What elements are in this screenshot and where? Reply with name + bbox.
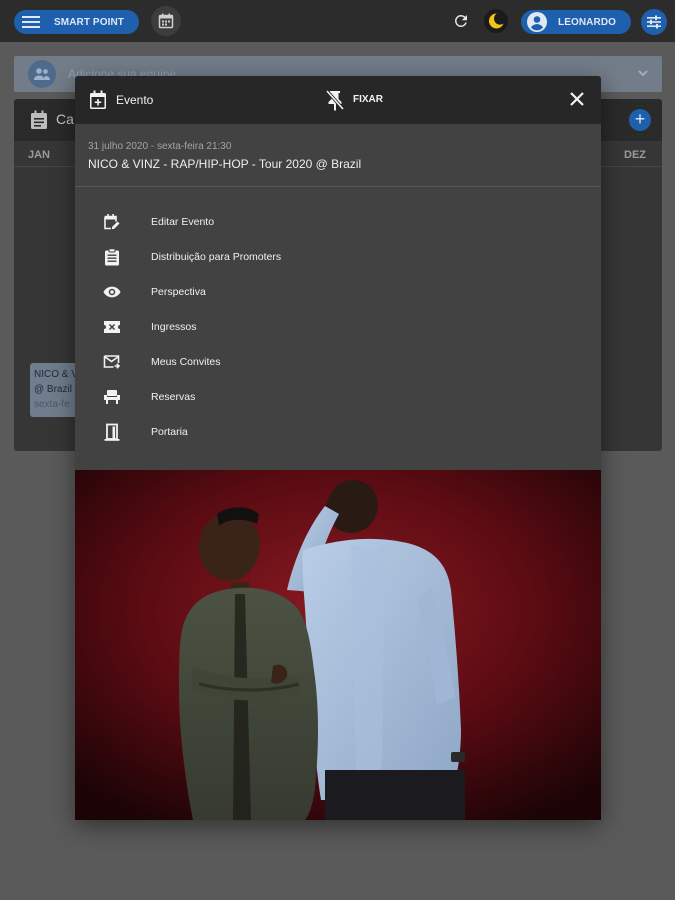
menu-item-perspective[interactable]: Perspectiva: [75, 275, 601, 310]
tune-icon: [647, 15, 661, 29]
calendar-button[interactable]: [151, 6, 181, 36]
pin-button-label[interactable]: FIXAR: [353, 94, 383, 105]
user-name: LEONARDO: [558, 16, 617, 28]
close-icon[interactable]: [569, 91, 585, 107]
event-actions-menu: Editar Evento Distribuição para Promoter…: [75, 205, 601, 450]
calendar-plus-icon: [90, 90, 106, 109]
account-icon: [527, 12, 547, 32]
menu-item-label: Portaria: [151, 426, 188, 438]
event-title: NICO & VINZ - RAP/HIP-HOP - Tour 2020 @ …: [88, 157, 362, 171]
month-label-first: JAN: [28, 149, 51, 161]
menu-item-label: Ingressos: [151, 321, 197, 333]
chair-icon: [104, 390, 120, 404]
menu-item-reservations[interactable]: Reservas: [75, 380, 601, 415]
clipboard-list-icon: [105, 248, 119, 266]
menu-item-label: Perspectiva: [151, 286, 206, 298]
divider: [75, 186, 601, 187]
menu-icon: [22, 16, 40, 28]
chevron-down-icon: [638, 70, 648, 77]
pin-off-icon[interactable]: [325, 89, 345, 111]
menu-item-label: Editar Evento: [151, 216, 215, 228]
dialog-title: Evento: [116, 93, 154, 107]
event-poster-image: [75, 470, 601, 820]
menu-item-label: Distribuição para Promoters: [151, 251, 282, 263]
group-icon: [34, 68, 50, 80]
top-app-bar: SMART POINT LEONARDO: [0, 0, 675, 42]
moon-icon: [488, 13, 504, 29]
door-icon: [104, 423, 120, 441]
eye-icon: [103, 286, 121, 298]
calendar-title: Ca: [56, 111, 74, 127]
edit-calendar-icon: [104, 214, 120, 230]
refresh-icon: [454, 14, 467, 27]
event-datetime: 31 julho 2020 - sexta-feira 21:30: [88, 141, 232, 152]
menu-item-edit-event[interactable]: Editar Evento: [75, 205, 601, 240]
menu-item-label: Reservas: [151, 391, 196, 403]
settings-tune-button[interactable]: [641, 9, 667, 35]
mail-forward-icon: [103, 355, 121, 369]
menu-item-promoters[interactable]: Distribuição para Promoters: [75, 240, 601, 275]
menu-item-front-desk[interactable]: Portaria: [75, 415, 601, 450]
add-event-button[interactable]: +: [629, 109, 651, 131]
plus-icon: +: [634, 109, 646, 129]
event-dialog: Evento FIXAR 31 julho 2020 - sexta-feira…: [75, 76, 601, 820]
menu-item-invites[interactable]: Meus Convites: [75, 345, 601, 380]
calendar-icon: [158, 13, 174, 29]
ticket-icon: [104, 321, 120, 333]
smart-point-button[interactable]: SMART POINT: [14, 10, 139, 34]
brand-label: SMART POINT: [54, 16, 124, 28]
user-account-button[interactable]: LEONARDO: [521, 10, 631, 34]
theme-toggle[interactable]: [484, 9, 508, 33]
dialog-header: Evento FIXAR: [75, 76, 601, 124]
month-label-last: DEZ: [624, 149, 646, 161]
refresh-button[interactable]: [451, 11, 471, 31]
menu-item-tickets[interactable]: Ingressos: [75, 310, 601, 345]
calendar-list-icon: [31, 110, 47, 129]
menu-item-label: Meus Convites: [151, 356, 221, 368]
team-avatar: [28, 60, 56, 88]
